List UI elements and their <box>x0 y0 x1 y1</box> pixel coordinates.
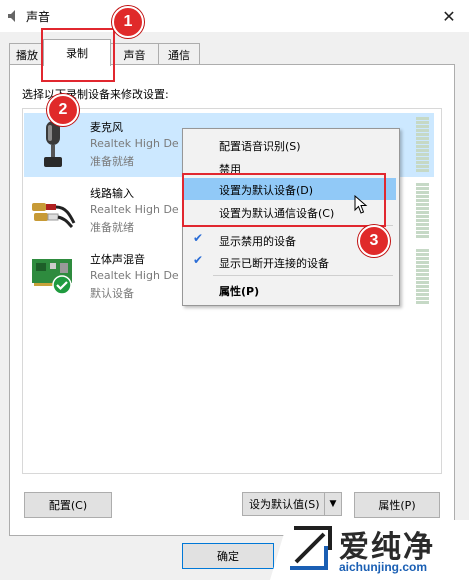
check-icon: ✔ <box>193 253 204 267</box>
tab-communications[interactable]: 通信 <box>158 43 200 65</box>
device-driver: Realtek High De <box>90 137 179 150</box>
tab-sounds[interactable]: 声音 <box>109 43 160 65</box>
set-default-label: 设为默认值(S) <box>249 498 320 511</box>
line-in-icon <box>32 203 76 229</box>
set-default-button[interactable]: 设为默认值(S) ▼ <box>242 492 342 516</box>
close-icon: ✕ <box>442 6 456 26</box>
close-button[interactable]: ✕ <box>434 2 464 30</box>
menu-item-show-disconnected[interactable]: 显示已断开连接的设备 <box>219 255 329 271</box>
menu-item-speech-recognition[interactable]: 配置语音识别(S) <box>219 138 301 154</box>
level-meter <box>416 117 429 172</box>
watermark-url: aichunjing.com <box>339 560 428 574</box>
device-driver: Realtek High De <box>90 203 179 216</box>
speaker-icon <box>8 10 15 22</box>
device-name: 麦克风 <box>90 121 123 134</box>
menu-separator <box>213 275 393 276</box>
annotation-badge-1: 1 <box>112 6 144 38</box>
menu-item-show-disabled[interactable]: 显示禁用的设备 <box>219 233 296 249</box>
window-title: 声音 <box>26 10 51 24</box>
check-icon: ✔ <box>193 231 204 245</box>
configure-button[interactable]: 配置(C) <box>24 492 112 518</box>
level-meter <box>416 249 429 304</box>
annotation-badge-2: 2 <box>47 94 79 126</box>
instruction-text: 选择以下录制设备来修改设置: <box>22 88 169 101</box>
dropdown-arrow-icon[interactable]: ▼ <box>324 493 341 515</box>
ok-button[interactable]: 确定 <box>182 543 274 569</box>
tab-playback[interactable]: 播放 <box>9 43 45 65</box>
device-name: 立体声混音 <box>90 253 145 266</box>
microphone-icon <box>44 121 62 167</box>
properties-button[interactable]: 属性(P) <box>354 492 440 518</box>
annotation-badge-3: 3 <box>358 225 390 257</box>
device-status: 默认设备 <box>90 287 134 300</box>
annotation-box-tab <box>41 28 115 82</box>
device-driver: Realtek High De <box>90 269 179 282</box>
device-status: 准备就绪 <box>90 155 134 168</box>
device-status: 准备就绪 <box>90 221 134 234</box>
menu-item-properties[interactable]: 属性(P) <box>219 283 259 299</box>
device-name: 线路输入 <box>90 187 134 200</box>
level-meter <box>416 183 429 238</box>
default-check-icon <box>52 275 72 295</box>
mouse-cursor-icon <box>354 195 368 214</box>
